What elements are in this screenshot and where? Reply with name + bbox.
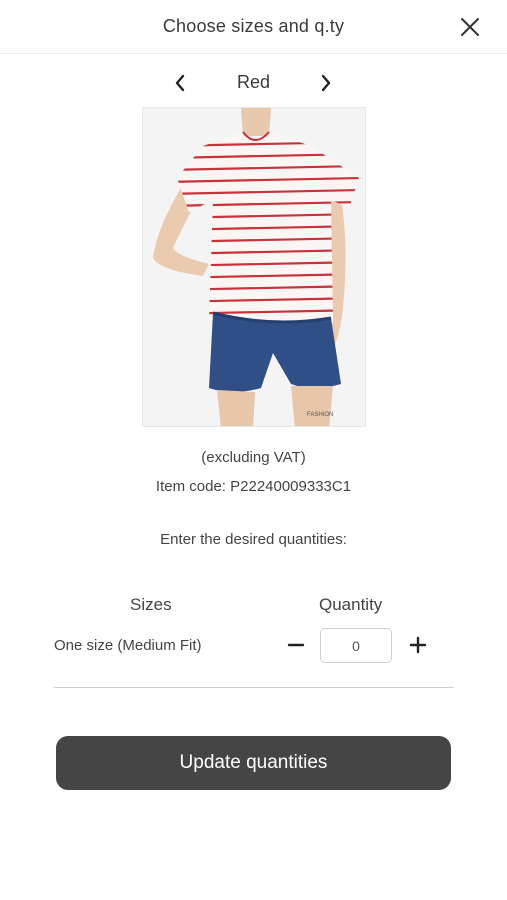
- modal-title: Choose sizes and q.ty: [162, 16, 345, 36]
- close-icon: [461, 18, 479, 36]
- size-label: One size (Medium Fit): [54, 637, 202, 654]
- decrease-quantity-button[interactable]: [281, 630, 311, 660]
- quantity-instruction: Enter the desired quantities:: [160, 531, 347, 548]
- chevron-right-icon: [321, 74, 331, 92]
- minus-icon: [287, 643, 305, 647]
- update-quantities-button[interactable]: Update quantities: [56, 736, 451, 790]
- close-button[interactable]: [459, 16, 481, 38]
- watermark: FASHION: [307, 412, 333, 418]
- modal-header: Choose sizes and q.ty: [0, 0, 507, 54]
- color-selector: Red: [0, 68, 507, 98]
- item-code: Item code: P22240009333C1: [155, 478, 352, 495]
- vat-note: (excluding VAT): [201, 449, 306, 466]
- product-image: FASHION: [142, 107, 366, 427]
- next-color-button[interactable]: [314, 70, 338, 96]
- product-photo: FASHION: [143, 108, 365, 426]
- sizes-column-header: Sizes: [130, 595, 172, 614]
- quantity-column-header: Quantity: [319, 595, 383, 614]
- plus-icon: [409, 636, 427, 654]
- quantity-input[interactable]: [320, 628, 392, 663]
- color-label: Red: [236, 72, 271, 92]
- divider: [54, 687, 454, 688]
- increase-quantity-button[interactable]: [403, 630, 433, 660]
